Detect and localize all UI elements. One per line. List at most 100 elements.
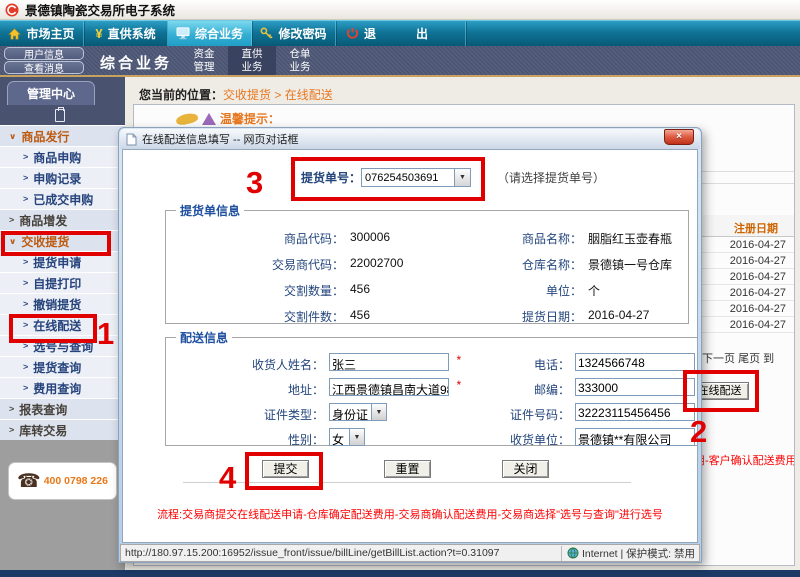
field-label: 收货单位： xyxy=(470,425,570,450)
dropdown-arrow-icon[interactable]: ▼ xyxy=(454,169,470,186)
chevron-icon: > xyxy=(9,426,14,435)
reset-button[interactable]: 重置 xyxy=(384,460,431,478)
sidebar-item[interactable]: > 自提打印 xyxy=(0,272,125,293)
app-title: 景德镇陶瓷交易所电子系统 xyxy=(25,0,175,19)
nav-item-market-home[interactable]: 市场主页 xyxy=(0,21,84,46)
field-value: 胭脂红玉壶春瓶 xyxy=(582,223,682,249)
section-title: 综合业务 xyxy=(100,52,172,73)
sidebar-item[interactable]: > 库转交易 xyxy=(0,419,125,440)
monitor-icon xyxy=(176,27,190,40)
subnav-tabs: 资金 管理 直供 业务 仓单 业务 xyxy=(180,46,324,75)
nav-item-direct-supply[interactable]: ¥ 直供系统 xyxy=(84,21,168,46)
dialog-titlebar: 在线配送信息填写 -- 网页对话框 × xyxy=(120,129,700,149)
sidebar-item[interactable]: > 申购记录 xyxy=(0,167,125,188)
sidebar-item[interactable]: > 提货查询 xyxy=(0,356,125,377)
nav-item-logout[interactable]: 退 出 xyxy=(336,21,466,46)
chevron-icon: > xyxy=(23,384,28,393)
field-value: 个 xyxy=(582,275,682,301)
field-label: 邮编： xyxy=(470,375,570,400)
breadcrumb: 您当前的位置：交收提货 > 在线配送 xyxy=(139,86,333,103)
sidebar-item[interactable]: > 撤销提货 xyxy=(0,293,125,314)
bill-info-fieldset: 提货单信息 商品代码： 300006 商品名称： 胭脂红玉壶春瓶 xyxy=(165,202,689,324)
chevron-icon: > xyxy=(23,279,28,288)
field-label: 交割件数： xyxy=(172,301,344,327)
sidebar-item[interactable]: > 商品增发 xyxy=(0,209,125,230)
sidebar-header: 管理中心 xyxy=(0,77,125,125)
field-value: 456 xyxy=(344,275,482,301)
text-input[interactable]: 张三 ▼ xyxy=(329,353,449,371)
flow-note: 流程:交易商提交在线配送申请-仓库确定配送费用-交易商确认配送费用-交易商选择"… xyxy=(123,506,697,522)
key-icon xyxy=(260,27,273,40)
sidebar-item[interactable]: > 报表查询 xyxy=(0,398,125,419)
close-icon: × xyxy=(676,131,682,142)
field-label: 商品代码： xyxy=(172,223,344,249)
user-info-button[interactable]: 用户信息 xyxy=(4,47,84,60)
text-input[interactable]: 江西景德镇昌南大道98号 ▼ xyxy=(329,378,449,396)
field-label: 商品名称： xyxy=(482,223,582,249)
field-value: 景德镇一号仓库 xyxy=(582,249,682,275)
field-label: 交割数量： xyxy=(172,275,344,301)
field-label: 电话： xyxy=(470,350,570,375)
yen-icon: ¥ xyxy=(95,26,102,41)
field-label: 提货日期： xyxy=(482,301,582,327)
management-center-tab[interactable]: 管理中心 xyxy=(7,81,95,105)
sidebar-item[interactable]: > 商品申购 xyxy=(0,146,125,167)
online-delivery-dialog: 在线配送信息填写 -- 网页对话框 × 提货单号： 076254503691 ▼… xyxy=(118,127,702,563)
dialog-title: 在线配送信息填写 -- 网页对话框 xyxy=(142,131,298,147)
field-label: 收货人姓名： xyxy=(172,350,324,375)
sidebar-item[interactable]: > 已成交申购 xyxy=(0,188,125,209)
sidebar-item[interactable]: ∨ 商品发行 xyxy=(0,125,125,146)
text-input[interactable]: 景德镇**有限公司 ▼ xyxy=(575,428,695,446)
required-asterisk: * xyxy=(456,353,461,367)
chevron-icon: > xyxy=(23,321,28,330)
tips-label: 温馨提示： xyxy=(220,110,280,127)
sidebar-item[interactable]: > 在线配送 xyxy=(0,314,125,335)
bill-number-hint: （请选择提货单号） xyxy=(497,169,605,186)
chevron-icon: > xyxy=(23,363,28,372)
chevron-icon: > xyxy=(23,300,28,309)
view-messages-button[interactable]: 查看消息 xyxy=(4,61,84,74)
sidebar-item[interactable]: > 提货申请 xyxy=(0,251,125,272)
text-input[interactable]: 身份证 ▼ xyxy=(329,403,387,421)
text-input[interactable]: 1324566748 ▼ xyxy=(575,353,695,371)
tab-warehouse-receipt-business[interactable]: 仓单 业务 xyxy=(276,46,324,75)
dropdown-arrow-icon[interactable]: ▼ xyxy=(371,404,386,420)
screen: 景德镇陶瓷交易所电子系统 市场主页 ¥ 直供系统 综合业务 xyxy=(0,0,800,577)
sidebar-menu: ∨ 商品发行 > 商品申购 > 申购记录 > 已成交申购 xyxy=(0,125,125,440)
chevron-icon: ∨ xyxy=(9,131,16,141)
tips-decoration-icon xyxy=(175,111,199,125)
dropdown-arrow-icon[interactable]: ▼ xyxy=(349,429,364,445)
chevron-icon: > xyxy=(9,405,14,414)
field-value: 456 xyxy=(344,301,482,327)
sidebar: 管理中心 ∨ 商品发行 > 商品申购 > 申购记录 xyxy=(0,77,125,570)
sub-nav: 用户信息 查看消息 综合业务 资金 管理 直供 业务 仓单 业务 xyxy=(0,46,800,77)
status-url: http://180.97.15.200:16952/issue_front/i… xyxy=(125,547,557,559)
text-input[interactable]: 333000 ▼ xyxy=(575,378,695,396)
tab-direct-supply-business[interactable]: 直供 业务 xyxy=(228,46,276,75)
sidebar-item[interactable]: > 费用查询 xyxy=(0,377,125,398)
clipboard-icon xyxy=(55,109,65,122)
text-input[interactable]: 女 ▼ xyxy=(329,428,365,446)
tips-row: 温馨提示： xyxy=(176,110,280,127)
required-asterisk: * xyxy=(456,378,461,392)
sidebar-item[interactable]: ∨ 交收提货 xyxy=(0,230,125,251)
field-value: 22002700 xyxy=(344,249,482,275)
phone-icon: ☎ xyxy=(17,470,41,493)
bill-number-select[interactable]: 076254503691 ▼ xyxy=(361,168,471,187)
text-input[interactable]: 32223115456456 ▼ xyxy=(575,403,695,421)
divider xyxy=(183,482,631,483)
bill-info-legend: 提货单信息 xyxy=(176,202,244,219)
delivery-info-legend: 配送信息 xyxy=(176,329,232,346)
tab-funds-management[interactable]: 资金 管理 xyxy=(180,46,228,75)
submit-button[interactable]: 提交 xyxy=(262,460,309,478)
nav-item-comprehensive-business[interactable]: 综合业务 xyxy=(168,21,252,46)
nav-item-change-password[interactable]: 修改密码 xyxy=(252,21,336,46)
delivery-info-grid: 收货人姓名： 张三 ▼ * 电话： xyxy=(172,350,698,450)
document-icon xyxy=(126,133,137,146)
dialog-close-button[interactable]: × xyxy=(664,129,694,145)
close-button[interactable]: 关闭 xyxy=(502,460,549,478)
field-value: 2016-04-27 xyxy=(582,301,682,327)
sidebar-item[interactable]: > 选号与查询 xyxy=(0,335,125,356)
window-bottom-edge xyxy=(0,570,800,577)
field-label: 交易商代码： xyxy=(172,249,344,275)
